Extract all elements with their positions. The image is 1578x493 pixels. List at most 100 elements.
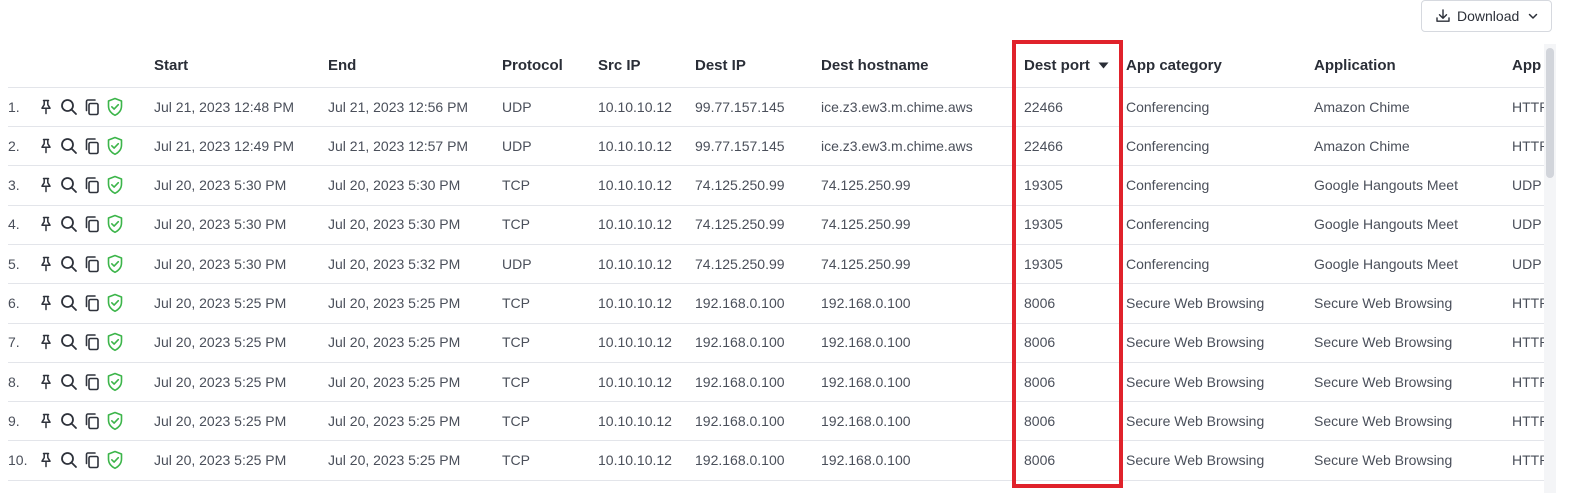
- cell-dest-port: 8006: [1024, 373, 1056, 390]
- copy-icon[interactable]: [82, 293, 102, 313]
- shield-check-icon[interactable]: [105, 450, 125, 470]
- copy-icon[interactable]: [82, 175, 102, 195]
- cell-dest-ip: 192.168.0.100: [695, 412, 785, 429]
- column-header-dest-port[interactable]: Dest port: [1024, 44, 1122, 87]
- copy-icon[interactable]: [82, 214, 102, 234]
- row-actions: [36, 205, 126, 244]
- shield-check-icon[interactable]: [105, 254, 125, 274]
- pin-icon[interactable]: [36, 214, 56, 234]
- table-row[interactable]: 10. Jul 20, 2023 5:25 PM Jul 20, 2023 5:25…: [8, 441, 1544, 481]
- shield-check-icon[interactable]: [105, 332, 125, 352]
- search-icon[interactable]: [59, 411, 79, 431]
- cell-dest-port: 19305: [1024, 255, 1063, 272]
- pin-icon[interactable]: [36, 175, 56, 195]
- download-icon: [1436, 9, 1450, 22]
- table-row[interactable]: 8. Jul 20, 2023 5:25 PM Jul 20, 2023 5:25 …: [8, 362, 1544, 403]
- cell-dest-ip: 192.168.0.100: [695, 334, 785, 351]
- pin-icon[interactable]: [36, 254, 56, 274]
- column-header-app-category[interactable]: App category: [1126, 44, 1310, 87]
- table-row[interactable]: 7. Jul 20, 2023 5:25 PM Jul 20, 2023 5:25 …: [8, 323, 1544, 363]
- table-row[interactable]: 6. Jul 20, 2023 5:25 PM Jul 20, 2023 5:25 …: [8, 284, 1544, 324]
- cell-dest-port: 22466: [1024, 137, 1063, 154]
- cell-src-ip: 10.10.10.12: [598, 255, 672, 272]
- cell-application: Secure Web Browsing: [1314, 295, 1453, 311]
- column-header-dest-ip[interactable]: Dest IP: [695, 44, 817, 87]
- cell-protocol: UDP: [502, 255, 532, 272]
- cell-dest-hostname: 74.125.250.99: [821, 216, 911, 233]
- search-icon[interactable]: [59, 254, 79, 274]
- copy-icon[interactable]: [82, 332, 102, 352]
- column-header-protocol[interactable]: Protocol: [502, 44, 594, 87]
- cell-src-ip: 10.10.10.12: [598, 373, 672, 390]
- pin-icon[interactable]: [36, 136, 56, 156]
- pin-icon[interactable]: [36, 97, 56, 117]
- search-icon[interactable]: [59, 293, 79, 313]
- table-row[interactable]: 5. Jul 20, 2023 5:30 PM Jul 20, 2023 5:32 …: [8, 244, 1544, 285]
- column-header-src-ip[interactable]: Src IP: [598, 44, 690, 87]
- cell-app-category: Secure Web Browsing: [1126, 412, 1265, 429]
- pin-icon[interactable]: [36, 450, 56, 470]
- cell-app-protocol: UDP: [1512, 216, 1542, 233]
- copy-icon[interactable]: [82, 254, 102, 274]
- download-button-label: Download: [1457, 8, 1520, 24]
- table-row[interactable]: 3. Jul 20, 2023 5:30 PM Jul 20, 2023 5:30 …: [8, 166, 1544, 206]
- column-header-dest-hostname[interactable]: Dest hostname: [821, 44, 1016, 87]
- cell-end: Jul 20, 2023 5:25 PM: [328, 334, 461, 351]
- copy-icon[interactable]: [82, 372, 102, 392]
- vertical-scrollbar-thumb[interactable]: [1546, 48, 1554, 178]
- cell-end: Jul 20, 2023 5:25 PM: [328, 412, 461, 429]
- shield-check-icon[interactable]: [105, 136, 125, 156]
- row-index: 2.: [8, 137, 20, 154]
- cell-end: Jul 20, 2023 5:25 PM: [328, 373, 461, 390]
- copy-icon[interactable]: [82, 411, 102, 431]
- pin-icon[interactable]: [36, 411, 56, 431]
- shield-check-icon[interactable]: [105, 97, 125, 117]
- search-icon[interactable]: [59, 332, 79, 352]
- cell-dest-hostname: 74.125.250.99: [821, 255, 911, 272]
- cell-dest-hostname: ice.z3.ew3.m.chime.aws: [821, 98, 973, 115]
- search-icon[interactable]: [59, 214, 79, 234]
- cell-protocol: TCP: [502, 334, 530, 351]
- row-index: 9.: [8, 412, 20, 429]
- table-row[interactable]: 4. Jul 20, 2023 5:30 PM Jul 20, 2023 5:30 …: [8, 205, 1544, 245]
- row-actions: [36, 323, 126, 362]
- cell-application: Google Hangouts Meet: [1314, 255, 1458, 272]
- shield-check-icon[interactable]: [105, 411, 125, 431]
- cell-app-protocol: HTTP: [1512, 137, 1544, 154]
- cell-start: Jul 20, 2023 5:25 PM: [154, 334, 287, 351]
- cell-dest-hostname: 192.168.0.100: [821, 373, 911, 390]
- pin-icon[interactable]: [36, 372, 56, 392]
- column-header-app-protocol[interactable]: App: [1512, 44, 1544, 87]
- pin-icon[interactable]: [36, 332, 56, 352]
- search-icon[interactable]: [59, 450, 79, 470]
- shield-check-icon[interactable]: [105, 175, 125, 195]
- table-row[interactable]: 2. Jul 21, 2023 12:49 PM Jul 21, 2023 12:5…: [8, 126, 1544, 167]
- shield-check-icon[interactable]: [105, 214, 125, 234]
- search-icon[interactable]: [59, 97, 79, 117]
- pin-icon[interactable]: [36, 293, 56, 313]
- cell-protocol: TCP: [502, 216, 530, 233]
- cell-src-ip: 10.10.10.12: [598, 177, 672, 194]
- sort-descending-icon[interactable]: [1098, 62, 1109, 69]
- cell-end: Jul 20, 2023 5:30 PM: [328, 177, 461, 194]
- copy-icon[interactable]: [82, 97, 102, 117]
- dest-port-header-label: Dest port: [1024, 57, 1090, 74]
- shield-check-icon[interactable]: [105, 372, 125, 392]
- column-header-start[interactable]: Start: [154, 44, 324, 87]
- search-icon[interactable]: [59, 175, 79, 195]
- column-header-application[interactable]: Application: [1314, 44, 1506, 87]
- table-row[interactable]: 1. Jul 21, 2023 12:48 PM Jul 21, 2023 12:5…: [8, 87, 1544, 127]
- row-index: 6.: [8, 295, 20, 311]
- search-icon[interactable]: [59, 372, 79, 392]
- cell-src-ip: 10.10.10.12: [598, 334, 672, 351]
- table-row[interactable]: 9. Jul 20, 2023 5:25 PM Jul 20, 2023 5:25 …: [8, 401, 1544, 442]
- cell-application: Secure Web Browsing: [1314, 412, 1453, 429]
- copy-icon[interactable]: [82, 450, 102, 470]
- search-icon[interactable]: [59, 136, 79, 156]
- shield-check-icon[interactable]: [105, 293, 125, 313]
- cell-protocol: TCP: [502, 373, 530, 390]
- cell-end: Jul 21, 2023 12:56 PM: [328, 98, 469, 115]
- download-button[interactable]: Download: [1421, 0, 1552, 32]
- column-header-end[interactable]: End: [328, 44, 498, 87]
- copy-icon[interactable]: [82, 136, 102, 156]
